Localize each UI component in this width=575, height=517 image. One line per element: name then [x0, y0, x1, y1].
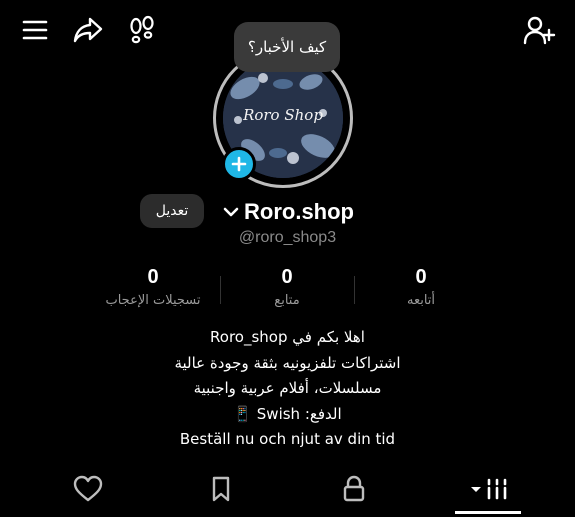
bio-line: الدفع: Swish 📱 — [233, 404, 342, 423]
likes-count: 0 — [147, 266, 159, 288]
followers-label: متابع — [274, 293, 300, 308]
heart-icon — [73, 475, 103, 502]
bio-line: مسلسلات، أفلام عربية واجنبية — [193, 379, 382, 397]
hamburger-menu-icon[interactable] — [18, 14, 52, 46]
bio-line: اشتراكات تلفزيونيه بثقة وجودة عالية — [174, 353, 401, 372]
bio-line: اهلا بكم في Roro_shop — [210, 328, 365, 346]
stat-followers[interactable]: 0 متابع — [217, 266, 357, 308]
status-bubble[interactable]: كيف الأخبار؟ — [234, 22, 340, 72]
followers-count: 0 — [281, 266, 293, 288]
tab-videos[interactable] — [460, 472, 516, 506]
lock-icon — [343, 475, 365, 502]
likes-label: تسجيلات الإعجاب — [105, 293, 201, 308]
display-name: Roro.shop — [244, 199, 354, 224]
username-handle: @roro_shop3 — [238, 229, 337, 246]
bio-line: Beställ nu och njut av din tid — [179, 430, 396, 448]
following-count: 0 — [415, 266, 427, 288]
chevron-down-icon — [223, 207, 239, 217]
grid-dropdown-icon — [471, 478, 507, 500]
tab-liked[interactable] — [70, 472, 106, 506]
account-switcher[interactable]: Roro.shop — [222, 198, 354, 226]
share-arrow-icon[interactable] — [70, 12, 106, 48]
following-label: أتابعه — [406, 293, 436, 308]
stat-likes[interactable]: 0 تسجيلات الإعجاب — [83, 266, 223, 308]
footprints-icon[interactable] — [124, 12, 160, 48]
edit-profile-button[interactable]: تعديل — [140, 194, 204, 228]
avatar-logo-text: Roro Shop — [243, 106, 323, 124]
tab-saved[interactable] — [203, 472, 239, 506]
active-tab-indicator — [455, 511, 521, 514]
plus-icon — [231, 156, 247, 172]
bio: اهلا بكم في Roro_shop اشتراكات تلفزيونيه… — [0, 325, 575, 453]
stat-following[interactable]: 0 أتابعه — [351, 266, 491, 308]
add-user-icon[interactable] — [520, 12, 558, 48]
tab-private[interactable] — [336, 472, 372, 506]
bookmark-icon — [212, 476, 230, 502]
add-avatar-button[interactable] — [222, 147, 256, 181]
